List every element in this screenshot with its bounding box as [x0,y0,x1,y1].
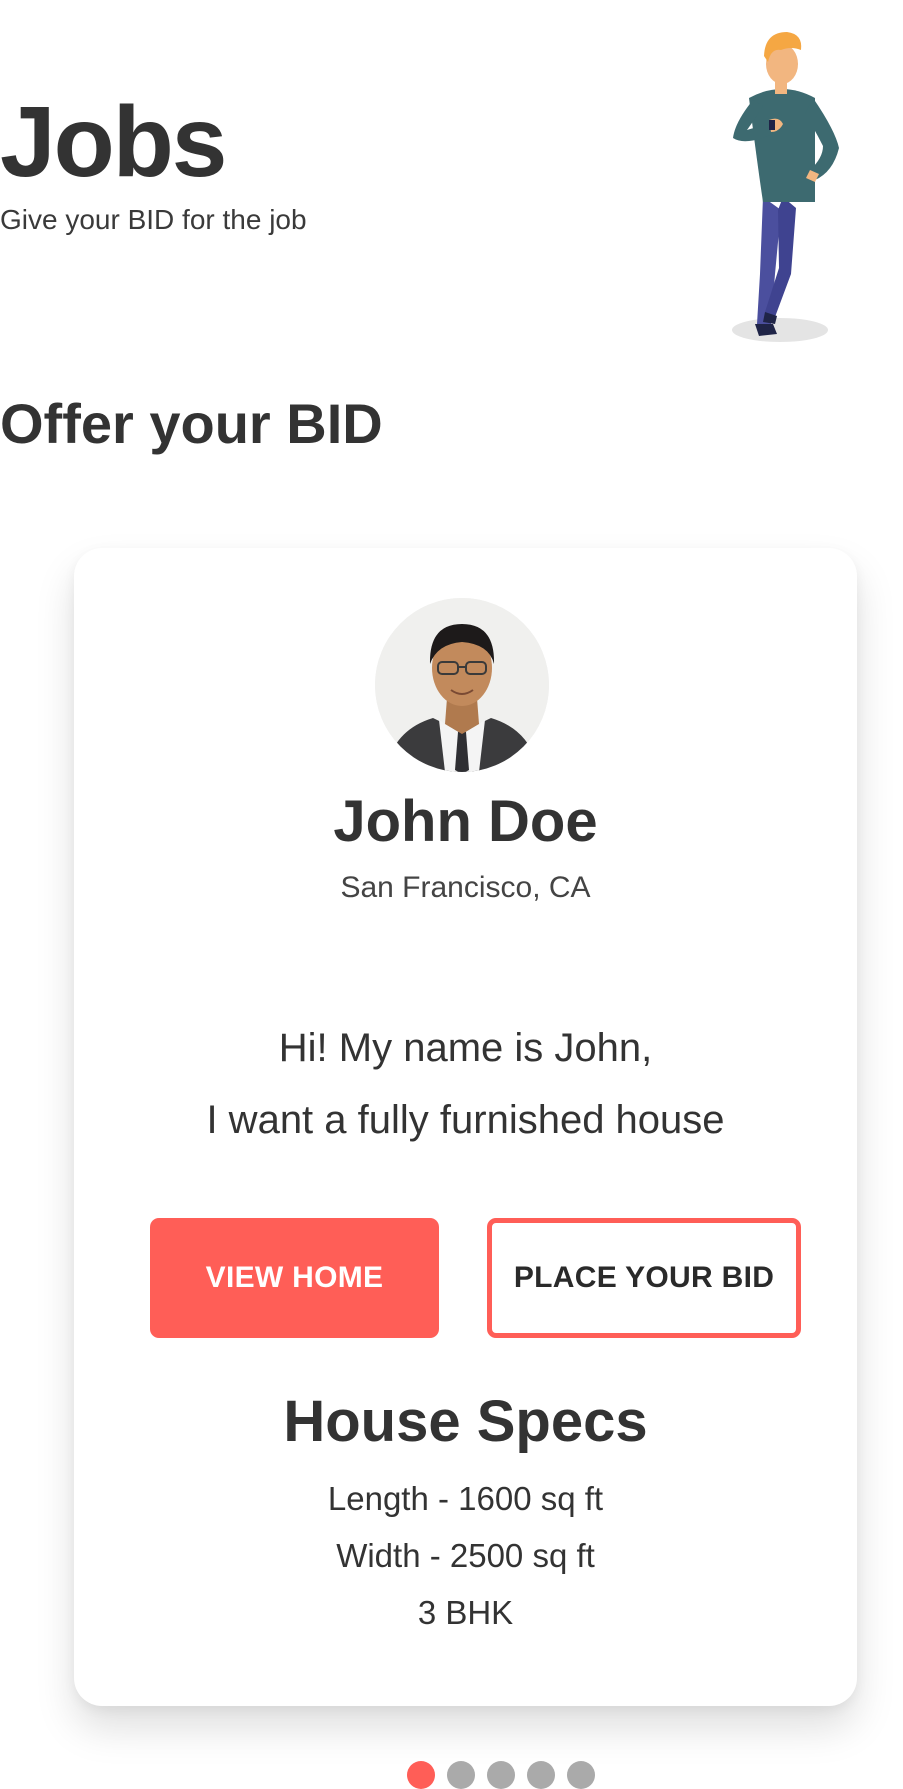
place-bid-button[interactable]: PLACE YOUR BID [487,1218,801,1338]
house-specs-list: Length - 1600 sq ft Width - 2500 sq ft 3… [74,1470,857,1641]
spec-length: Length - 1600 sq ft [327,1480,604,1517]
page-subtitle: Give your BID for the job [0,204,307,235]
spec-bhk: 3 BHK [417,1594,514,1631]
pagination-dot[interactable] [447,1761,475,1789]
job-bid-card: John Doe San Francisco, CA Hi! My name i… [74,548,857,1706]
profile-name: John Doe [333,789,598,854]
pagination-dot[interactable] [567,1761,595,1789]
person-checking-watch-illustration [665,12,895,357]
view-home-button[interactable]: VIEW HOME [150,1218,439,1338]
carousel-pagination [407,1761,595,1789]
pagination-dot-active[interactable] [407,1761,435,1789]
page-title: Jobs [0,86,227,198]
avatar [375,598,549,772]
spec-width: Width - 2500 sq ft [336,1537,595,1574]
page-header: Jobs Give your BID for the job [0,0,903,360]
profile-location: San Francisco, CA [340,871,591,904]
pagination-dot[interactable] [487,1761,515,1789]
pagination-dot[interactable] [527,1761,555,1789]
message-line: I want a fully furnished house [206,1098,725,1142]
section-title: Offer your BID [0,392,383,455]
house-specs-title: House Specs [283,1389,648,1454]
job-message: Hi! My name is John, I want a fully furn… [74,1012,857,1156]
message-line: Hi! My name is John, [278,1026,653,1070]
